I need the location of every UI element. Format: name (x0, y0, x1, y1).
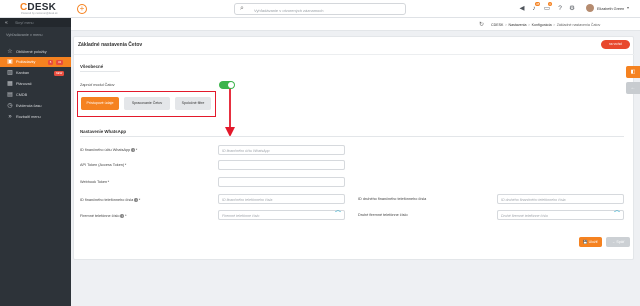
expand-icon: » (8, 114, 12, 120)
top-bar: CDESK Powered by customer@desk.sk + ⌕ Vy… (0, 0, 640, 18)
add-new-button[interactable]: + (77, 4, 87, 14)
sidebar-item-requests[interactable]: ▣ Požiadavky 5 34 (0, 57, 71, 67)
api-token-label: API Token (Access Token)* (80, 162, 127, 167)
enable-chat-label: Zapnúť modul Čatov (80, 83, 115, 87)
sidebar-item-expand-menu[interactable]: » Rozbaliť menu (0, 112, 71, 122)
global-search-input[interactable]: ⌕ Vyhľadávanie v otvorených záznamoch (234, 3, 406, 15)
help-side-tab[interactable]: ◧ (626, 66, 640, 78)
breadcrumb-item[interactable]: Nastavenia (509, 23, 527, 27)
calendar-icon: ▦ (7, 81, 13, 87)
cmdb-icon: ▤ (7, 92, 13, 98)
sidebar-item-label: Rozbaliť menu (16, 115, 41, 119)
phone-id-label: ID finančného telefónneho čísla i * (80, 197, 141, 202)
section-underline (80, 136, 624, 137)
second-phone-id-label: ID druhého finančného telefónneho čísla (358, 197, 427, 201)
scroll-top-button[interactable]: na vrchol (601, 40, 630, 49)
requests-badge: 5 (48, 59, 53, 65)
kanban-icon: ▥ (7, 70, 13, 76)
sidebar-item-label: Evidencia času (16, 104, 42, 108)
settings-card: Základné nastavenia Četov na vrchol Všeo… (73, 36, 635, 260)
chat-badge: 4 (548, 2, 552, 6)
username[interactable]: Elizabeth Green (597, 7, 624, 11)
sidebar-item-label: Plánovač (16, 82, 32, 86)
tab-access-data[interactable]: Prístupové údaje (81, 97, 119, 110)
info-icon[interactable]: i (134, 198, 139, 202)
search-icon: ⌕ (240, 5, 244, 12)
second-company-phone-input[interactable]: Druhé firemné telefónne číslo ⌒ (497, 210, 624, 220)
red-arrow-annotation (225, 89, 235, 137)
webhook-token-label: Webhook Token* (80, 179, 110, 184)
breadcrumb-item[interactable]: Konfigurácia (532, 23, 552, 27)
tab-common-filters[interactable]: Spoločné filtre (175, 97, 211, 110)
sidebar-item-kanban[interactable]: ▥ Kanban NEW (0, 68, 71, 78)
toggle-knob (228, 82, 234, 88)
section-general-title: Všeobecné (80, 64, 104, 69)
tickets-icon: ▣ (7, 59, 13, 65)
page-title: Základné nastavenia Četov (78, 42, 143, 48)
sidebar-item-label: Kanban (16, 71, 30, 75)
api-token-input[interactable] (218, 160, 345, 170)
avatar[interactable] (586, 4, 594, 12)
sidebar-item-time-tracking[interactable]: ◷ Evidencia času (0, 101, 71, 111)
tab-chat-processing[interactable]: Spracovanie Četov (124, 97, 170, 110)
star-icon: ☆ (7, 49, 13, 55)
breadcrumb: CDESK > Nastavenia > Konfigurácia > Základné n… (491, 22, 601, 27)
refresh-icon[interactable]: ↻ (479, 21, 484, 28)
breadcrumb-item[interactable]: CDESK (491, 23, 503, 27)
breadcrumb-bar: ↻ CDESK > Nastavenia > Konfigurácia > Základné… (71, 18, 640, 31)
cloud-icon[interactable]: ⌒ (335, 212, 341, 219)
account-id-input[interactable]: ID finančného účtu WhatsApp (218, 145, 345, 155)
info-icon[interactable]: i (131, 148, 136, 152)
chevron-down-icon[interactable]: ▾ (627, 5, 629, 10)
new-badge: NEW (54, 70, 64, 76)
back-side-tab[interactable]: ← (626, 82, 640, 94)
search-placeholder: Vyhľadávanie v otvorených záznamoch (254, 7, 324, 13)
notifications-badge: 38 (535, 2, 541, 6)
collapse-arrow-icon: « (5, 19, 8, 26)
sidebar-item-label: Požiadavky (16, 60, 36, 64)
company-phone-label: Firemné telefónne číslo i * (80, 213, 127, 218)
sidebar-item-cmdb[interactable]: ▤ CMDB (0, 90, 71, 100)
section-underline (80, 71, 120, 72)
requests-badge-total: 34 (56, 59, 63, 65)
save-button[interactable]: 💾 Uložiť (579, 237, 602, 247)
second-company-phone-label: Druhé firemné telefónne číslo (358, 213, 408, 217)
enable-chat-toggle[interactable] (219, 81, 235, 89)
account-id-label: ID finančného účtu WhatsApp i * (80, 147, 138, 152)
clock-icon: ◷ (7, 103, 13, 109)
sidebar-collapse[interactable]: « Skryť menu (0, 18, 71, 27)
sidebar-item-label: CMDB (16, 93, 28, 97)
breadcrumb-current: Základné nastavenia Čatov (556, 22, 601, 27)
info-icon[interactable]: i (120, 214, 125, 218)
sidebar-search-input[interactable]: Vyhľadávanie v menu (2, 30, 69, 39)
section-whatsapp-title: Nastavenie WhatsApp (80, 129, 127, 134)
sidebar-item-label: Obľúbené položky (16, 50, 47, 54)
second-phone-id-input[interactable]: ID druhého finančného telefónneho čísla (497, 194, 624, 204)
sidebar-collapse-label: Skryť menu (15, 20, 34, 25)
webhook-token-input[interactable] (218, 177, 345, 187)
phone-id-input[interactable]: ID finančného telefónneho čísla (218, 194, 345, 204)
question-icon[interactable]: ? (555, 3, 565, 15)
sidebar-search-placeholder: Vyhľadávanie v menu (6, 32, 43, 37)
sidebar: « Skryť menu Vyhľadávanie v menu ☆ Obľúb… (0, 18, 71, 306)
company-phone-input[interactable]: Firemné telefónne číslo ⌒ (218, 210, 345, 220)
megaphone-icon[interactable]: ◀ (517, 3, 527, 15)
back-button[interactable]: ← Späť (606, 237, 630, 247)
logo[interactable]: CDESK Powered by customer@desk.sk (8, 2, 68, 16)
divider (74, 54, 635, 55)
sidebar-item-favorites[interactable]: ☆ Obľúbené položky (0, 47, 71, 57)
logo-tagline: Powered by customer@desk.sk (21, 12, 58, 15)
sidebar-item-planner[interactable]: ▦ Plánovač (0, 79, 71, 89)
cloud-icon[interactable]: ⌒ (614, 212, 620, 219)
gear-icon[interactable]: ⚙ (567, 3, 577, 15)
